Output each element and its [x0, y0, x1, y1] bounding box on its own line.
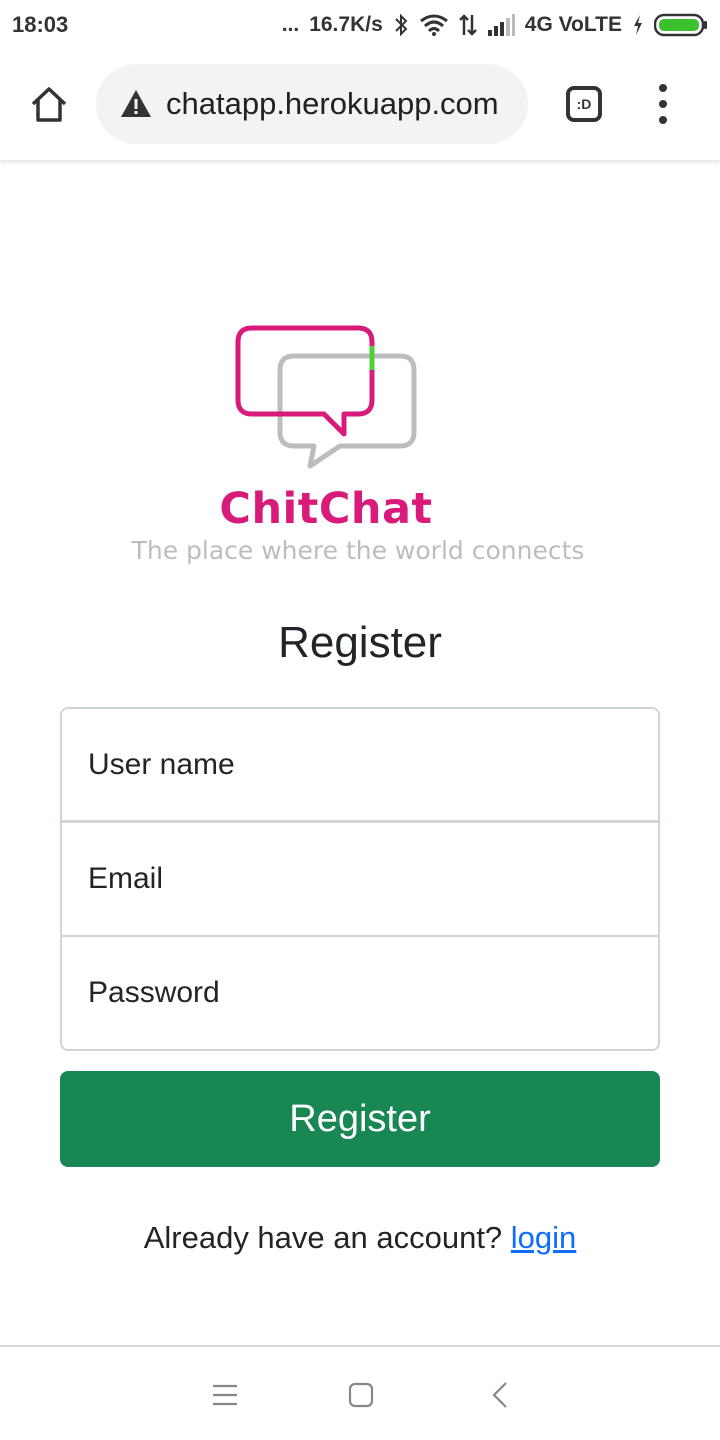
home-icon [31, 87, 67, 122]
username-input[interactable] [88, 747, 658, 782]
net-speed: 16.7K/s [309, 13, 383, 36]
chat-bubbles-logo-icon [235, 325, 417, 469]
page-title: Register [278, 618, 442, 667]
browser-toolbar: chatapp.herokuapp.com :D [0, 50, 720, 160]
back-icon [492, 1382, 507, 1408]
password-field [60, 936, 660, 1051]
status-dots: ... [281, 13, 300, 36]
email-input[interactable] [88, 862, 658, 896]
signal-icon [487, 14, 515, 36]
data-arrows-icon [458, 13, 477, 37]
logo-name: ChitChat [219, 484, 433, 534]
tab-switcher-button[interactable]: :D [566, 86, 602, 122]
login-prompt-text: Already have an account? [143, 1220, 503, 1255]
charging-icon [632, 14, 644, 36]
home-button[interactable] [24, 80, 74, 130]
register-button[interactable]: Register [60, 1071, 660, 1167]
menu-dot [659, 116, 667, 124]
status-indicators: ... 16.7K/s 4G VoLTE [282, 10, 708, 40]
status-bar: 18:03 ... 16.7K/s 4G VoLTE [0, 0, 720, 50]
wifi-icon [419, 13, 449, 37]
menu-dot [659, 100, 667, 108]
back-button[interactable] [482, 1377, 518, 1413]
network-label: 4G VoLTE [524, 13, 622, 36]
menu-button[interactable] [648, 84, 678, 124]
login-prompt: Already have an account? login [0, 1220, 720, 1256]
menu-lines-icon [213, 1384, 237, 1406]
login-link[interactable]: login [511, 1220, 577, 1255]
system-nav-bar [0, 1345, 720, 1440]
menu-dot [659, 84, 667, 92]
url-text: chatapp.herokuapp.com [166, 86, 499, 121]
status-time: 18:03 [12, 12, 69, 37]
home-nav-button[interactable] [343, 1377, 379, 1413]
home-square-icon [348, 1382, 374, 1408]
username-field [60, 707, 660, 822]
password-input[interactable] [88, 976, 658, 1010]
logo-tagline: The place where the world connects [131, 536, 585, 565]
battery-icon [654, 13, 708, 37]
recents-button[interactable] [207, 1377, 243, 1413]
bluetooth-icon [393, 13, 409, 37]
address-bar[interactable]: chatapp.herokuapp.com [96, 64, 528, 144]
tab-switcher-icon: :D [576, 96, 592, 112]
email-field [60, 822, 660, 937]
warning-icon [121, 90, 151, 117]
